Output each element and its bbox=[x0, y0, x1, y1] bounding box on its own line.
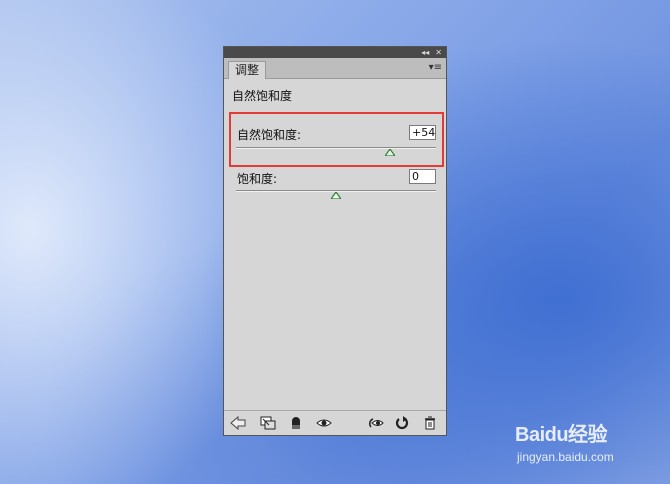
adjustment-title: 自然饱和度 bbox=[232, 89, 293, 103]
vibrance-slider-thumb[interactable] bbox=[385, 149, 395, 156]
panel-bottom-toolbar bbox=[224, 410, 446, 435]
adjustments-panel: ◂◂ ✕ 调整 ▾≡ 自然饱和度 自然饱和度: +54 饱和度: 0 bbox=[223, 46, 447, 436]
vibrance-label: 自然饱和度: bbox=[237, 128, 302, 142]
close-icon[interactable]: ✕ bbox=[435, 47, 442, 58]
back-arrow-icon[interactable] bbox=[230, 416, 246, 430]
baidu-logo-text: Baidu经验 bbox=[515, 424, 608, 446]
trash-icon[interactable] bbox=[422, 416, 438, 430]
vibrance-slider-track[interactable] bbox=[236, 147, 436, 149]
saturation-value-field[interactable]: 0 bbox=[409, 169, 436, 184]
clip-layer-icon[interactable] bbox=[260, 416, 276, 430]
tab-adjustments[interactable]: 调整 bbox=[228, 61, 267, 79]
panel-titlebar: ◂◂ ✕ bbox=[224, 47, 446, 58]
vibrance-value-field[interactable]: +54 bbox=[409, 125, 436, 140]
saturation-slider-thumb[interactable] bbox=[331, 192, 341, 199]
tab-row: 调整 ▾≡ bbox=[224, 58, 446, 79]
collapse-icon[interactable]: ◂◂ bbox=[421, 47, 429, 58]
watermark-url: jingyan.baidu.com bbox=[517, 450, 614, 464]
eye-icon[interactable] bbox=[316, 416, 332, 430]
view-previous-icon[interactable] bbox=[368, 416, 384, 430]
visibility-mask-icon[interactable] bbox=[288, 416, 304, 430]
reset-icon[interactable] bbox=[394, 416, 410, 430]
panel-menu-icon[interactable]: ▾≡ bbox=[429, 63, 442, 73]
saturation-label: 饱和度: bbox=[237, 172, 278, 186]
